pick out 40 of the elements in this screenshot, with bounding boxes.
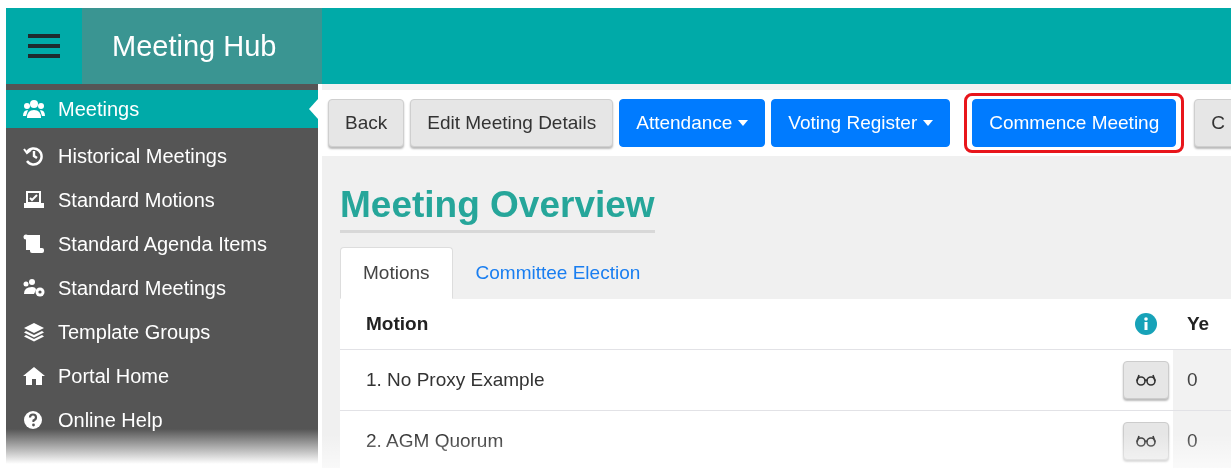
home-icon [23,366,45,386]
active-pointer-icon [309,99,318,119]
tab[interactable]: Motions [340,247,453,299]
toolbar-button[interactable]: Back [328,99,405,147]
caret-icon [738,120,749,126]
toolbar-button[interactable]: Voting Register [771,99,951,147]
view-button[interactable] [1123,422,1169,460]
history-icon [23,146,45,166]
column-header: Ye [1186,312,1211,336]
toolbar-button[interactable]: Edit Meeting Details [410,99,614,147]
scroll-icon [23,234,45,254]
glasses-icon [1136,374,1156,386]
sidebar-item[interactable]: Online Help [6,398,318,442]
sidebar-item[interactable]: Standard Meetings [6,266,318,310]
toolbar-button[interactable]: Attendance [619,99,766,147]
sidebar-item[interactable]: Historical Meetings [6,134,318,178]
info-icon [1135,313,1157,335]
help-icon [23,410,45,430]
glasses-icon [1136,435,1156,447]
app-title: Meeting Hub [112,29,277,63]
menu-icon [28,32,60,60]
users-icon [23,99,45,119]
column-header: Motion [365,313,430,335]
page-title: Meeting Overview [340,184,655,233]
ballot-icon [23,190,45,210]
sidebar-item[interactable]: Standard Agenda Items [6,222,318,266]
sidebar-item[interactable]: Template Groups [6,310,318,354]
toolbar-button[interactable]: C [1194,99,1231,147]
table-cell-text: 1. No Proxy Example [365,369,546,391]
table-cell-text: 2. AGM Quorum [365,430,505,452]
view-button[interactable] [1123,361,1169,399]
layers-icon [23,322,45,342]
table-cell: 0 [1173,350,1231,410]
sidebar-item[interactable]: Portal Home [6,354,318,398]
sidebar-item[interactable]: Standard Motions [6,178,318,222]
tab[interactable]: Committee Election [452,247,664,299]
caret-icon [923,120,934,126]
toolbar-button[interactable]: Commence Meeting [972,99,1177,147]
table-cell: 0 [1173,411,1231,468]
users-gear-icon [23,278,45,298]
